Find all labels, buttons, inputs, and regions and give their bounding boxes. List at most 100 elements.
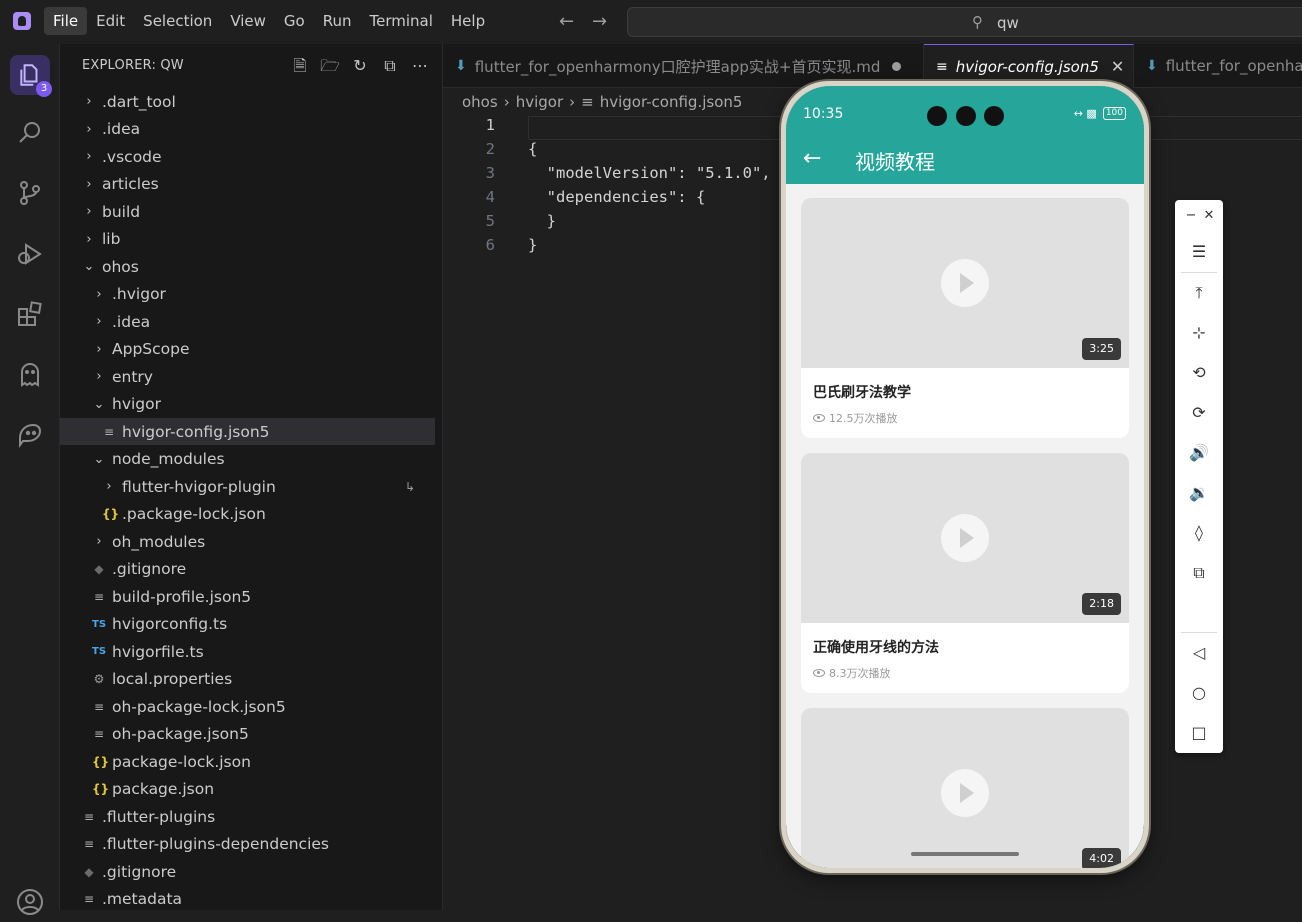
tab-markdown-file-2[interactable]: ⬇ flutter_for_openha bbox=[1134, 44, 1302, 88]
nav-forward-icon[interactable]: → bbox=[592, 11, 607, 32]
account-icon[interactable] bbox=[14, 886, 46, 918]
video-card[interactable]: 2:18 正确使用牙线的方法 8.3万次播放 bbox=[801, 453, 1129, 693]
tree-item[interactable]: › build bbox=[60, 198, 435, 225]
tree-item-label: .gitignore bbox=[102, 862, 177, 881]
rotate-right-icon[interactable]: ⟳ bbox=[1187, 401, 1211, 425]
pin-top-icon[interactable]: ⤒ bbox=[1187, 281, 1211, 305]
tree-item[interactable]: ≡ build-profile.json5 bbox=[60, 583, 435, 610]
tree-item-label: local.properties bbox=[112, 670, 233, 688]
menu-help[interactable]: Help bbox=[442, 7, 494, 35]
breadcrumb-item[interactable]: hvigor-config.json5 bbox=[600, 93, 743, 111]
collapse-all-icon[interactable]: ⧉ bbox=[380, 56, 400, 76]
tree-item-label: .metadata bbox=[102, 890, 183, 908]
tree-item-label: package-lock.json bbox=[112, 752, 251, 771]
tree-item[interactable]: ◆ .gitignore bbox=[60, 858, 435, 885]
nav-back-icon[interactable]: ← bbox=[559, 11, 574, 32]
play-icon[interactable] bbox=[941, 769, 989, 817]
refresh-icon[interactable]: ↻ bbox=[350, 56, 370, 76]
video-card[interactable]: 3:25 巴氏刷牙法教学 12.5万次播放 bbox=[801, 198, 1129, 438]
new-folder-icon[interactable]: 🗁 bbox=[320, 56, 340, 76]
chevron-right-icon: › bbox=[86, 149, 92, 164]
tree-item[interactable]: ≡ .metadata bbox=[60, 886, 435, 911]
tree-item-label: hvigorfile.ts bbox=[112, 642, 204, 661]
tree-item[interactable]: ≡ .flutter-plugins bbox=[60, 803, 435, 830]
home-circle-icon[interactable]: ○ bbox=[1187, 681, 1211, 705]
lines-file-icon: ≡ bbox=[83, 837, 95, 851]
tree-item-label: .vscode bbox=[102, 147, 162, 166]
multi-device-icon[interactable]: ⧉ bbox=[1187, 561, 1211, 585]
play-icon[interactable] bbox=[941, 259, 989, 307]
volume-up-icon[interactable]: 🔊 bbox=[1187, 441, 1211, 465]
menu-selection[interactable]: Selection bbox=[134, 7, 221, 35]
tree-item[interactable]: › .idea bbox=[60, 308, 435, 335]
explorer-sidebar: EXPLORER: QW 🗎 🗁 ↻ ⧉ ⋯ › .dart_tool › .idea… bbox=[60, 44, 443, 910]
tab-label: hvigor-config.json5 bbox=[955, 57, 1099, 76]
tree-item[interactable]: ⌄ hvigor bbox=[60, 391, 435, 418]
tree-item[interactable]: {} package.json bbox=[60, 776, 435, 803]
tree-item[interactable]: › .vscode bbox=[60, 143, 435, 170]
run-debug-icon[interactable] bbox=[14, 238, 46, 270]
more-actions-icon[interactable]: ⋯ bbox=[410, 56, 430, 76]
close-icon[interactable]: ✕ bbox=[1197, 204, 1221, 228]
extensions-icon[interactable] bbox=[14, 298, 46, 330]
tree-item[interactable]: ≡ .flutter-plugins-dependencies bbox=[60, 831, 435, 858]
breadcrumb-item[interactable]: hvigor bbox=[516, 93, 563, 111]
source-control-icon[interactable] bbox=[14, 177, 46, 209]
tree-item[interactable]: › .dart_tool bbox=[60, 88, 435, 115]
tree-item[interactable]: › .hvigor bbox=[60, 281, 435, 308]
explorer-actions: 🗎 🗁 ↻ ⧉ ⋯ bbox=[290, 56, 430, 76]
tree-item[interactable]: ≡ oh-package.json5 bbox=[60, 721, 435, 748]
markdown-file-icon: ⬇ bbox=[1146, 58, 1158, 74]
new-file-icon[interactable]: 🗎 bbox=[290, 56, 310, 76]
search-activity-icon[interactable] bbox=[14, 117, 46, 149]
tree-item[interactable]: ⚙ local.properties bbox=[60, 666, 435, 693]
tree-item-label: .idea bbox=[112, 312, 151, 331]
tree-item[interactable]: ⌄ node_modules bbox=[60, 446, 435, 473]
volume-down-icon[interactable]: 🔉 bbox=[1187, 481, 1211, 505]
command-center-search[interactable]: ⚲ qw bbox=[627, 7, 1302, 37]
rotate-left-icon[interactable]: ⟲ bbox=[1187, 361, 1211, 385]
screenshot-crop-icon[interactable]: ⊹ bbox=[1187, 321, 1211, 345]
tree-item[interactable]: › articles bbox=[60, 171, 435, 198]
menu-terminal[interactable]: Terminal bbox=[361, 7, 442, 35]
tree-item[interactable]: › oh_modules bbox=[60, 528, 435, 555]
tree-item[interactable]: › .idea bbox=[60, 116, 435, 143]
menu-edit[interactable]: Edit bbox=[87, 7, 134, 35]
menu-file[interactable]: File bbox=[44, 7, 88, 35]
menu-view[interactable]: View bbox=[221, 7, 275, 35]
tree-item[interactable]: {} package-lock.json bbox=[60, 748, 435, 775]
video-card[interactable]: 4:02 bbox=[801, 708, 1129, 868]
tree-item[interactable]: › lib bbox=[60, 226, 435, 253]
tree-item[interactable]: ⌄ ohos bbox=[60, 253, 435, 280]
ai-assistant-icon[interactable] bbox=[14, 418, 46, 450]
explorer-activity-icon[interactable]: 3 bbox=[10, 55, 52, 97]
recents-square-icon[interactable]: □ bbox=[1187, 721, 1211, 745]
menu-icon[interactable]: ☰ bbox=[1187, 240, 1211, 264]
chevron-right-icon: › bbox=[96, 341, 102, 357]
close-tab-icon[interactable]: ✕ bbox=[1111, 57, 1124, 76]
fold-device-icon[interactable]: ◊ bbox=[1187, 521, 1211, 545]
menu-go[interactable]: Go bbox=[275, 7, 314, 35]
tree-item[interactable]: › AppScope bbox=[60, 336, 435, 363]
back-arrow-icon[interactable]: ← bbox=[803, 146, 821, 171]
tree-item[interactable]: ◆ .gitignore bbox=[60, 556, 435, 583]
back-triangle-icon[interactable]: ◁ bbox=[1187, 641, 1211, 665]
markdown-file-icon: ⬇ bbox=[455, 58, 467, 74]
tree-item[interactable]: ≡ oh-package-lock.json5 bbox=[60, 693, 435, 720]
home-indicator[interactable] bbox=[911, 852, 1019, 856]
play-icon[interactable] bbox=[941, 514, 989, 562]
tree-item[interactable]: › entry bbox=[60, 363, 435, 390]
tree-item[interactable]: TS hvigorfile.ts bbox=[60, 638, 435, 665]
status-time: 10:35 bbox=[803, 106, 844, 122]
battery-icon: 100 bbox=[1102, 107, 1126, 120]
tree-item[interactable]: ≡ hvigor-config.json5 bbox=[60, 418, 435, 445]
breadcrumb-item[interactable]: ohos bbox=[462, 93, 498, 111]
tree-item-label: hvigor-config.json5 bbox=[122, 422, 270, 441]
tree-item[interactable]: {} .package-lock.json bbox=[60, 501, 435, 528]
ghost-extension-icon[interactable] bbox=[14, 358, 46, 390]
tree-item-label: oh-package.json5 bbox=[112, 725, 249, 743]
menu-run[interactable]: Run bbox=[314, 7, 361, 35]
tree-item[interactable]: TS hvigorconfig.ts bbox=[60, 611, 435, 638]
tree-item[interactable]: › flutter-hvigor-plugin ↳ bbox=[60, 473, 435, 500]
video-thumbnail: 3:25 bbox=[801, 198, 1129, 368]
